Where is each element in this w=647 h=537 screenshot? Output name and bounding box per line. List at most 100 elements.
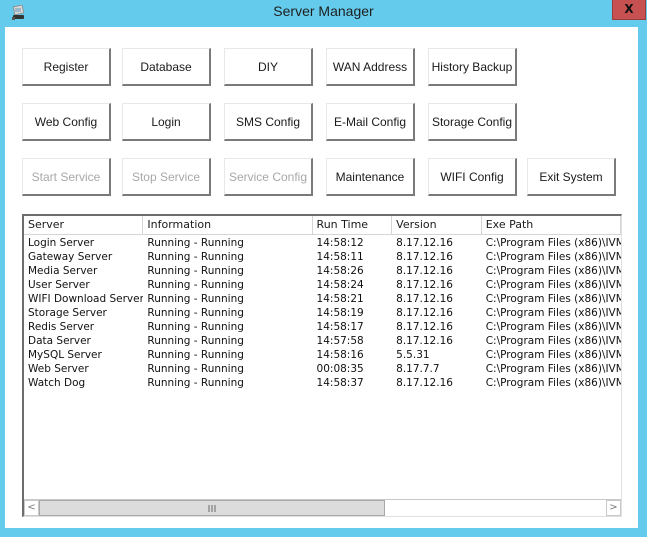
server-name: Login Server (28, 237, 95, 249)
scroll-right-button[interactable]: > (606, 500, 621, 516)
server-version: 8.17.12.16 (396, 237, 453, 249)
server-name: Storage Server (28, 307, 107, 319)
server-run-time: 14:57:58 (316, 335, 364, 347)
server-run-time: 14:58:37 (316, 377, 364, 389)
horizontal-scrollbar[interactable]: < > (24, 499, 621, 516)
server-information: Running - Running (147, 321, 244, 333)
server-exe-path: C:\Program Files (x86)\IVM (485, 377, 622, 389)
server-run-time: 14:58:12 (316, 237, 364, 249)
server-run-time: 14:58:19 (316, 307, 364, 319)
table-row[interactable]: Redis Server Running - Running 14:58:17 8.1… (24, 320, 621, 334)
server-information: Running - Running (147, 265, 244, 277)
chevron-left-icon: < (27, 502, 36, 513)
server-version: 5.5.31 (396, 349, 430, 361)
list-body: Login Server Running - Running 14:58:12 8.1… (24, 236, 621, 390)
main-panel: Register Database DIY WAN Address History Ba… (5, 27, 638, 528)
column-header-run-time[interactable]: Run Time (313, 216, 393, 234)
server-version: 8.17.12.16 (396, 293, 453, 305)
server-name: MySQL Server (28, 349, 102, 361)
diy-button[interactable]: DIY (224, 48, 313, 86)
register-button[interactable]: Register (22, 48, 111, 86)
server-run-time: 14:58:11 (316, 251, 364, 263)
server-exe-path: C:\Program Files (x86)\IVM (485, 265, 622, 277)
server-information: Running - Running (147, 251, 244, 263)
sms-config-button[interactable]: SMS Config (224, 103, 313, 141)
column-header-version[interactable]: Version (392, 216, 482, 234)
server-name: Gateway Server (28, 251, 113, 263)
server-name: Web Server (28, 363, 89, 375)
wan-address-button[interactable]: WAN Address (326, 48, 415, 86)
server-list[interactable]: Server Information Run Time Version Exe … (22, 214, 622, 517)
server-exe-path: C:\Program Files (x86)\IVM (485, 349, 622, 361)
database-button[interactable]: Database (122, 48, 211, 86)
grip-icon (208, 505, 216, 512)
window-title: Server Manager (273, 3, 374, 19)
column-header-exe-path[interactable]: Exe Path (482, 216, 621, 234)
service-config-button[interactable]: Service Config (224, 158, 313, 196)
server-run-time: 14:58:21 (316, 293, 364, 305)
table-row[interactable]: Data Server Running - Running 14:57:58 8.17… (24, 334, 621, 348)
list-header: Server Information Run Time Version Exe … (24, 216, 621, 235)
maintenance-button[interactable]: Maintenance (326, 158, 415, 196)
server-information: Running - Running (147, 279, 244, 291)
server-name: WIFI Download Server (28, 293, 144, 305)
server-name: Data Server (28, 335, 91, 347)
server-exe-path: C:\Program Files (x86)\IVM (485, 363, 622, 375)
table-row[interactable]: Storage Server Running - Running 14:58:19 8… (24, 306, 621, 320)
server-information: Running - Running (147, 293, 244, 305)
server-information: Running - Running (147, 349, 244, 361)
wifi-config-button[interactable]: WIFI Config (428, 158, 517, 196)
table-row[interactable]: Watch Dog Running - Running 14:58:37 8.17.1… (24, 376, 621, 390)
server-exe-path: C:\Program Files (x86)\IVM (485, 307, 622, 319)
server-version: 8.17.12.16 (396, 321, 453, 333)
server-exe-path: C:\Program Files (x86)\IVM (485, 293, 622, 305)
stop-service-button[interactable]: Stop Service (122, 158, 211, 196)
server-run-time: 14:58:16 (316, 349, 364, 361)
server-version: 8.17.12.16 (396, 377, 453, 389)
e-mail-config-button[interactable]: E-Mail Config (326, 103, 415, 141)
history-backup-button[interactable]: History Backup (428, 48, 517, 86)
server-name: Redis Server (28, 321, 95, 333)
table-row[interactable]: Login Server Running - Running 14:58:12 8.1… (24, 236, 621, 250)
server-name: Watch Dog (28, 377, 86, 389)
table-row[interactable]: User Server Running - Running 14:58:24 8.17… (24, 278, 621, 292)
server-version: 8.17.12.16 (396, 335, 453, 347)
server-version: 8.17.12.16 (396, 307, 453, 319)
server-run-time: 00:08:35 (316, 363, 364, 375)
close-button[interactable]: X (612, 0, 646, 20)
server-information: Running - Running (147, 237, 244, 249)
title-bar: Server Manager X (0, 0, 647, 28)
table-row[interactable]: Media Server Running - Running 14:58:26 8.1… (24, 264, 621, 278)
server-name: Media Server (28, 265, 98, 277)
scrollbar-thumb[interactable] (39, 500, 385, 516)
server-name: User Server (28, 279, 90, 291)
server-information: Running - Running (147, 335, 244, 347)
table-row[interactable]: MySQL Server Running - Running 14:58:16 5.5… (24, 348, 621, 362)
chevron-right-icon: > (609, 502, 618, 513)
start-service-button[interactable]: Start Service (22, 158, 111, 196)
column-header-server[interactable]: Server (24, 216, 144, 234)
server-version: 8.17.12.16 (396, 279, 453, 291)
login-button[interactable]: Login (122, 103, 211, 141)
server-exe-path: C:\Program Files (x86)\IVM (485, 237, 622, 249)
web-config-button[interactable]: Web Config (22, 103, 111, 141)
server-exe-path: C:\Program Files (x86)\IVM (485, 251, 622, 263)
server-run-time: 14:58:26 (316, 265, 364, 277)
server-version: 8.17.12.16 (396, 251, 453, 263)
server-run-time: 14:58:24 (316, 279, 364, 291)
exit-system-button[interactable]: Exit System (527, 158, 616, 196)
server-information: Running - Running (147, 307, 244, 319)
server-version: 8.17.12.16 (396, 265, 453, 277)
column-header-information[interactable]: Information (143, 216, 313, 234)
server-exe-path: C:\Program Files (x86)\IVM (485, 321, 622, 333)
server-version: 8.17.7.7 (396, 363, 440, 375)
server-exe-path: C:\Program Files (x86)\IVM (485, 279, 622, 291)
server-run-time: 14:58:17 (316, 321, 364, 333)
storage-config-button[interactable]: Storage Config (428, 103, 517, 141)
scroll-left-button[interactable]: < (24, 500, 39, 516)
server-information: Running - Running (147, 363, 244, 375)
table-row[interactable]: Web Server Running - Running 00:08:35 8.17.… (24, 362, 621, 376)
table-row[interactable]: WIFI Download Server Running - Running 14:… (24, 292, 621, 306)
table-row[interactable]: Gateway Server Running - Running 14:58:11 8… (24, 250, 621, 264)
server-information: Running - Running (147, 377, 244, 389)
